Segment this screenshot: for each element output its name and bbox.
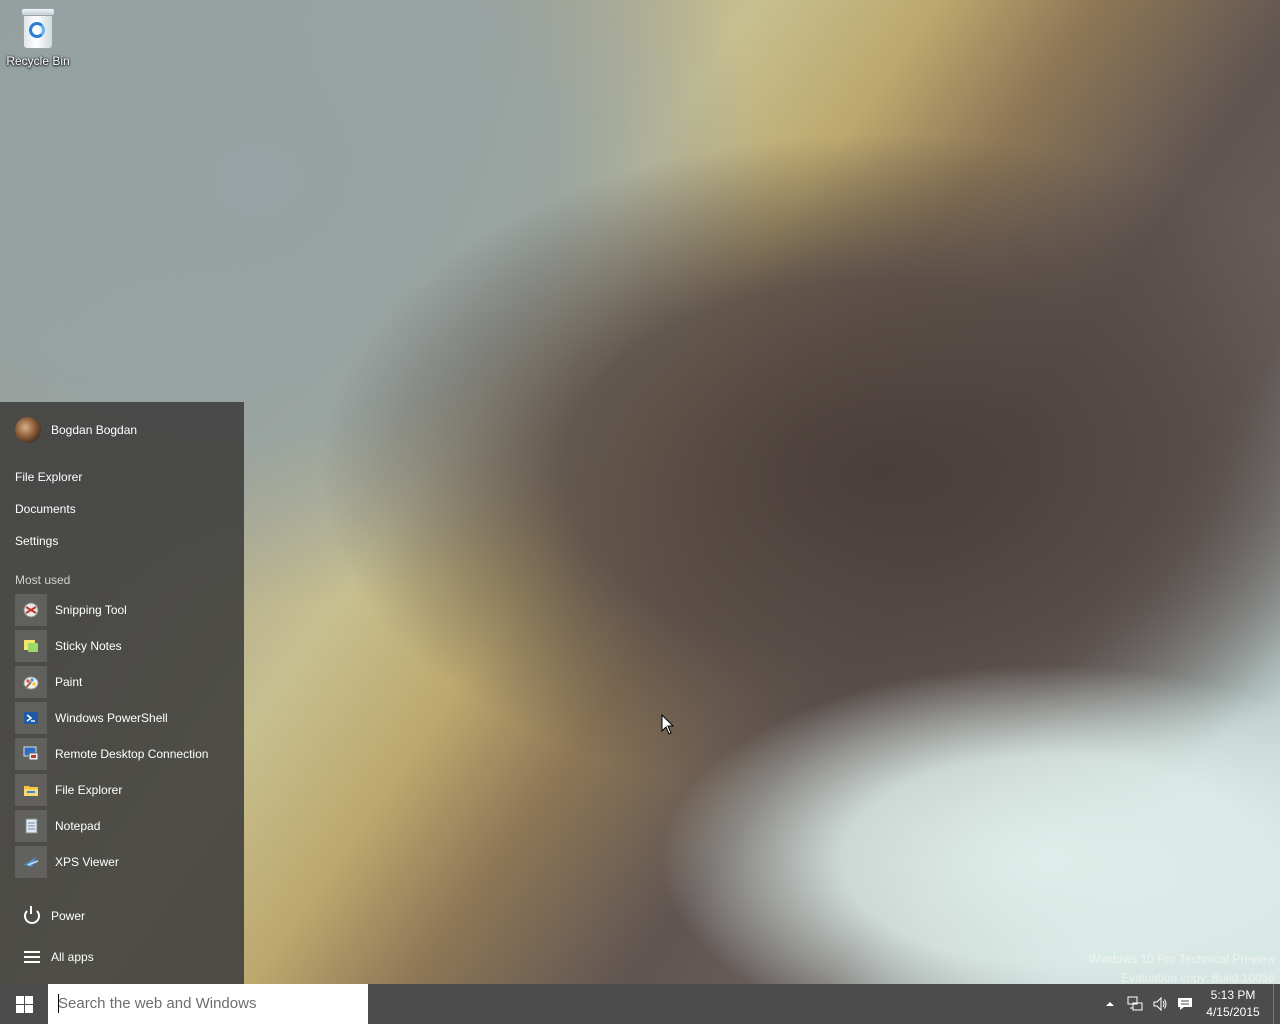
taskbar: 5:13 PM 4/15/2015 — [0, 984, 1280, 1024]
app-snipping-tool[interactable]: Snipping Tool — [15, 592, 208, 628]
user-account[interactable]: Bogdan Bogdan — [15, 416, 137, 444]
mouse-cursor-icon — [661, 714, 675, 735]
network-icon[interactable] — [1122, 984, 1147, 1024]
most-used-list: Snipping Tool Sticky Notes Paint Windows… — [15, 592, 208, 880]
watermark-line-1: Windows 10 Pro Technical Preview — [1088, 952, 1275, 966]
desktop-icon-recycle-bin[interactable]: Recycle Bin — [6, 6, 70, 68]
all-apps-icon — [24, 951, 40, 963]
place-file-explorer[interactable]: File Explorer — [15, 466, 82, 498]
power-icon — [24, 906, 40, 924]
sticky-notes-icon — [15, 630, 47, 662]
snipping-tool-icon — [15, 594, 47, 626]
app-label: Snipping Tool — [55, 603, 127, 617]
most-used-heading: Most used — [15, 573, 71, 587]
app-label: Paint — [55, 675, 83, 689]
notepad-icon — [15, 810, 47, 842]
user-avatar — [15, 417, 41, 443]
power-label: Power — [51, 909, 86, 923]
text-caret — [58, 994, 59, 1013]
app-label: Windows PowerShell — [55, 711, 168, 725]
clock-time: 5:13 PM — [1210, 988, 1256, 1002]
action-center-icon[interactable] — [1172, 984, 1197, 1024]
app-file-explorer[interactable]: File Explorer — [15, 772, 208, 808]
app-paint[interactable]: Paint — [15, 664, 208, 700]
all-apps-label: All apps — [51, 950, 94, 964]
search-box[interactable] — [48, 984, 368, 1024]
app-label: Remote Desktop Connection — [55, 747, 209, 761]
windows-logo-icon — [15, 995, 33, 1013]
clock[interactable]: 5:13 PM 4/15/2015 — [1199, 987, 1267, 1021]
app-notepad[interactable]: Notepad — [15, 808, 208, 844]
app-label: Notepad — [55, 819, 101, 833]
power-button[interactable]: Power — [22, 906, 86, 924]
desktop-icon-label: Recycle Bin — [6, 54, 70, 68]
xps-viewer-icon — [15, 846, 47, 878]
start-places: File Explorer Documents Settings — [15, 466, 82, 562]
search-input[interactable] — [58, 992, 358, 1014]
user-name: Bogdan Bogdan — [51, 423, 138, 437]
all-apps-button[interactable]: All apps — [22, 948, 94, 966]
app-sticky-notes[interactable]: Sticky Notes — [15, 628, 208, 664]
app-label: XPS Viewer — [55, 855, 119, 869]
app-label: Sticky Notes — [55, 639, 122, 653]
powershell-icon — [15, 702, 47, 734]
folder-icon — [15, 774, 47, 806]
recycle-bin-icon — [20, 6, 56, 50]
app-windows-powershell[interactable]: Windows PowerShell — [15, 700, 208, 736]
app-remote-desktop-connection[interactable]: Remote Desktop Connection — [15, 736, 208, 772]
paint-icon — [15, 666, 47, 698]
place-settings[interactable]: Settings — [15, 530, 82, 562]
chevron-up-icon[interactable] — [1097, 984, 1122, 1024]
show-desktop-button[interactable] — [1273, 984, 1280, 1024]
evaluation-watermark: Windows 10 Pro Technical Preview Evaluat… — [1088, 950, 1275, 988]
remote-desktop-icon — [15, 738, 47, 770]
app-label: File Explorer — [55, 783, 123, 797]
place-documents[interactable]: Documents — [15, 498, 82, 530]
system-tray: 5:13 PM 4/15/2015 — [1097, 984, 1280, 1024]
start-menu: Bogdan Bogdan File Explorer Documents Se… — [0, 402, 244, 984]
volume-icon[interactable] — [1147, 984, 1172, 1024]
start-button[interactable] — [0, 984, 48, 1024]
app-xps-viewer[interactable]: XPS Viewer — [15, 844, 208, 880]
clock-date: 4/15/2015 — [1206, 1005, 1260, 1019]
